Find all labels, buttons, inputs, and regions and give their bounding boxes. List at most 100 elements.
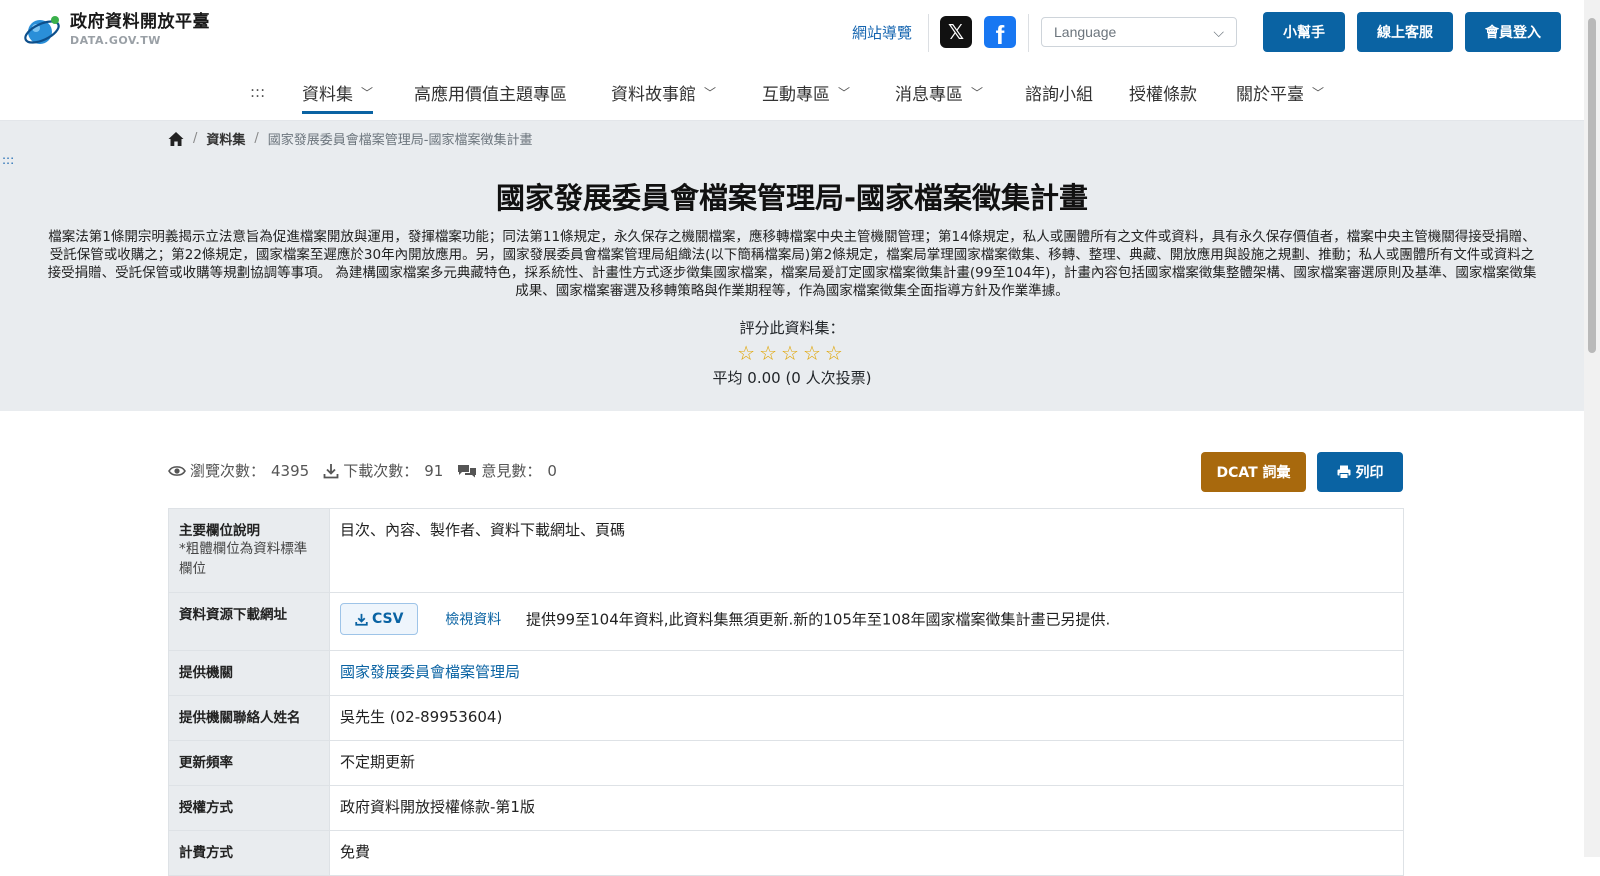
nav-item-license[interactable]: 授權條款 bbox=[1129, 64, 1197, 120]
nav-item-label: 互動專區 bbox=[762, 84, 830, 105]
chevron-down-icon: ﹀ bbox=[1312, 85, 1325, 100]
license-header: 授權方式 bbox=[168, 785, 330, 831]
license-value: 政府資料開放授權條款-第1版 bbox=[329, 785, 1404, 831]
language-select[interactable]: Language ⌵ bbox=[1041, 17, 1237, 47]
site-logo[interactable]: 政府資料開放平臺 DATA.GOV.TW bbox=[22, 10, 210, 50]
frequency-value: 不定期更新 bbox=[329, 740, 1404, 786]
chevron-down-icon: ⌵ bbox=[1213, 24, 1224, 40]
views-label: 瀏覽次數： bbox=[190, 462, 266, 480]
nav-item-news[interactable]: 消息專區 ﹀ bbox=[895, 64, 983, 120]
breadcrumb-current: 國家發展委員會檔案管理局-國家檔案徵集計畫 bbox=[267, 133, 533, 148]
rating-stars[interactable]: ☆☆☆☆☆ bbox=[0, 341, 1584, 365]
x-twitter-icon[interactable]: 𝕏 bbox=[940, 16, 972, 48]
breadcrumb-datasets[interactable]: 資料集 bbox=[206, 129, 245, 148]
breadcrumb-separator: / bbox=[254, 131, 259, 146]
helper-button[interactable]: 小幫手 bbox=[1263, 12, 1345, 52]
chevron-down-icon: ﹀ bbox=[971, 85, 984, 100]
printer-icon bbox=[1337, 465, 1350, 479]
nav-item-datasets[interactable]: 資料集 ﹀ bbox=[302, 64, 374, 120]
nav-item-label: 高應用價值主題專區 bbox=[414, 84, 567, 105]
chevron-down-icon: ﹀ bbox=[361, 85, 374, 100]
dataset-hero: / 資料集 / 國家發展委員會檔案管理局-國家檔案徵集計畫 ::: 國家發展委員… bbox=[0, 121, 1584, 411]
nav-item-advisory[interactable]: 諮詢小組 bbox=[1025, 64, 1093, 120]
fee-value: 免費 bbox=[329, 830, 1404, 876]
table-row: 計費方式 免費 bbox=[168, 830, 1404, 876]
nav-item-label: 諮詢小組 bbox=[1025, 84, 1093, 105]
contact-value: 吳先生 (02-89953604) bbox=[329, 695, 1404, 741]
resource-description: 提供99至104年資料,此資料集無須更新.新的105年至108年國家檔案徵集計畫… bbox=[526, 610, 1111, 629]
csv-download-button[interactable]: CSV bbox=[340, 603, 419, 635]
dataset-details-table: 主要欄位說明 *粗體欄位為資料標準欄位 目次、內容、製作者、資料下載網址、頁碼 … bbox=[168, 508, 1404, 876]
download-icon bbox=[323, 463, 339, 478]
nav-item-high-value[interactable]: 高應用價值主題專區 bbox=[414, 64, 567, 120]
dataset-description: 檔案法第1條開宗明義揭示立法意旨為促進檔案開放與運用，發揮檔案功能；同法第11條… bbox=[47, 229, 1537, 299]
facebook-icon[interactable]: f bbox=[984, 16, 1016, 48]
downloads-label: 下載次數： bbox=[343, 462, 419, 480]
sitemap-link[interactable]: 網站導覽 bbox=[852, 22, 912, 43]
nav-item-label: 資料集 bbox=[302, 84, 353, 105]
logo-title: 政府資料開放平臺 bbox=[70, 12, 210, 32]
breadcrumb: / 資料集 / 國家發展委員會檔案管理局-國家檔案徵集計畫 bbox=[168, 129, 533, 148]
scrollbar-thumb[interactable] bbox=[1588, 18, 1596, 353]
dcat-button[interactable]: DCAT 詞彙 bbox=[1201, 452, 1306, 492]
table-row: 提供機關聯絡人姓名 吳先生 (02-89953604) bbox=[168, 695, 1404, 741]
dataset-stats: 瀏覽次數： 4395 下載次數： 91 意見數： 0 bbox=[168, 460, 571, 481]
provider-link[interactable]: 國家發展委員會檔案管理局 bbox=[340, 663, 520, 681]
logo-subtitle: DATA.GOV.TW bbox=[70, 34, 161, 47]
table-row: 授權方式 政府資料開放授權條款-第1版 bbox=[168, 785, 1404, 831]
download-icon bbox=[355, 613, 368, 626]
rating-label: 評分此資料集： bbox=[739, 319, 845, 337]
views-stat: 瀏覽次數： 4395 bbox=[168, 460, 309, 481]
nav-item-about[interactable]: 關於平臺 ﹀ bbox=[1236, 64, 1324, 120]
views-count: 4395 bbox=[271, 461, 310, 480]
comments-stat: 意見數： 0 bbox=[457, 460, 557, 481]
language-select-value: Language bbox=[1054, 24, 1117, 40]
view-data-link[interactable]: 檢視資料 bbox=[445, 612, 501, 628]
skip-anchor[interactable]: ::: bbox=[250, 64, 265, 120]
resource-header: 資料資源下載網址 bbox=[168, 592, 330, 651]
breadcrumb-separator: / bbox=[193, 131, 198, 146]
home-icon[interactable] bbox=[168, 131, 184, 147]
nav-item-data-stories[interactable]: 資料故事館 ﹀ bbox=[611, 64, 716, 120]
logo-globe-icon bbox=[24, 16, 60, 44]
frequency-header: 更新頻率 bbox=[168, 740, 330, 786]
comments-count: 0 bbox=[547, 461, 557, 480]
nav-item-label: 授權條款 bbox=[1129, 84, 1197, 105]
table-row: 資料資源下載網址 CSV 檢視資料 提供99至104年資料,此資料集無須更新.新… bbox=[168, 592, 1404, 651]
page-scrollbar[interactable] bbox=[1584, 0, 1600, 857]
divider bbox=[928, 14, 929, 52]
divider bbox=[1028, 14, 1029, 52]
csv-label: CSV bbox=[372, 611, 404, 627]
main-nav: ::: 資料集 ﹀ 高應用價值主題專區 資料故事館 ﹀ 互動專區 ﹀ 消息專區 ﹀ 諮詢… bbox=[0, 64, 1584, 121]
fields-note: *粗體欄位為資料標準欄位 bbox=[179, 541, 308, 577]
comments-icon bbox=[458, 464, 477, 477]
online-service-button[interactable]: 線上客服 bbox=[1357, 12, 1453, 52]
nav-item-interactive[interactable]: 互動專區 ﹀ bbox=[762, 64, 850, 120]
chevron-down-icon: ﹀ bbox=[838, 85, 851, 100]
fee-header: 計費方式 bbox=[168, 830, 330, 876]
downloads-stat: 下載次數： 91 bbox=[323, 460, 443, 481]
print-label: 列印 bbox=[1355, 465, 1384, 481]
provider-cell: 國家發展委員會檔案管理局 bbox=[329, 650, 1404, 696]
downloads-count: 91 bbox=[424, 461, 444, 480]
page-title: 國家發展委員會檔案管理局-國家檔案徵集計畫 bbox=[495, 181, 1089, 215]
provider-header: 提供機關 bbox=[168, 650, 330, 696]
print-button[interactable]: 列印 bbox=[1317, 452, 1403, 492]
table-row: 主要欄位說明 *粗體欄位為資料標準欄位 目次、內容、製作者、資料下載網址、頁碼 bbox=[168, 508, 1404, 593]
nav-item-label: 資料故事館 bbox=[611, 84, 696, 105]
fields-header: 主要欄位說明 *粗體欄位為資料標準欄位 bbox=[168, 508, 330, 593]
chevron-down-icon: ﹀ bbox=[704, 85, 717, 100]
top-header: 政府資料開放平臺 DATA.GOV.TW 網站導覽 𝕏 f Language ⌵… bbox=[0, 0, 1584, 65]
fields-value: 目次、內容、製作者、資料下載網址、頁碼 bbox=[329, 508, 1404, 593]
login-button[interactable]: 會員登入 bbox=[1465, 12, 1561, 52]
eye-icon bbox=[168, 465, 186, 476]
table-row: 提供機關 國家發展委員會檔案管理局 bbox=[168, 650, 1404, 696]
rating-average: 平均 0.00 (0 人次投票) bbox=[712, 369, 872, 387]
resource-cell: CSV 檢視資料 提供99至104年資料,此資料集無須更新.新的105年至108… bbox=[329, 592, 1404, 651]
comments-label: 意見數： bbox=[481, 462, 542, 480]
table-row: 更新頻率 不定期更新 bbox=[168, 740, 1404, 786]
content-anchor[interactable]: ::: bbox=[2, 153, 14, 167]
nav-item-label: 消息專區 bbox=[895, 84, 963, 105]
nav-item-label: 關於平臺 bbox=[1236, 84, 1304, 105]
fields-label: 主要欄位說明 bbox=[179, 523, 260, 539]
